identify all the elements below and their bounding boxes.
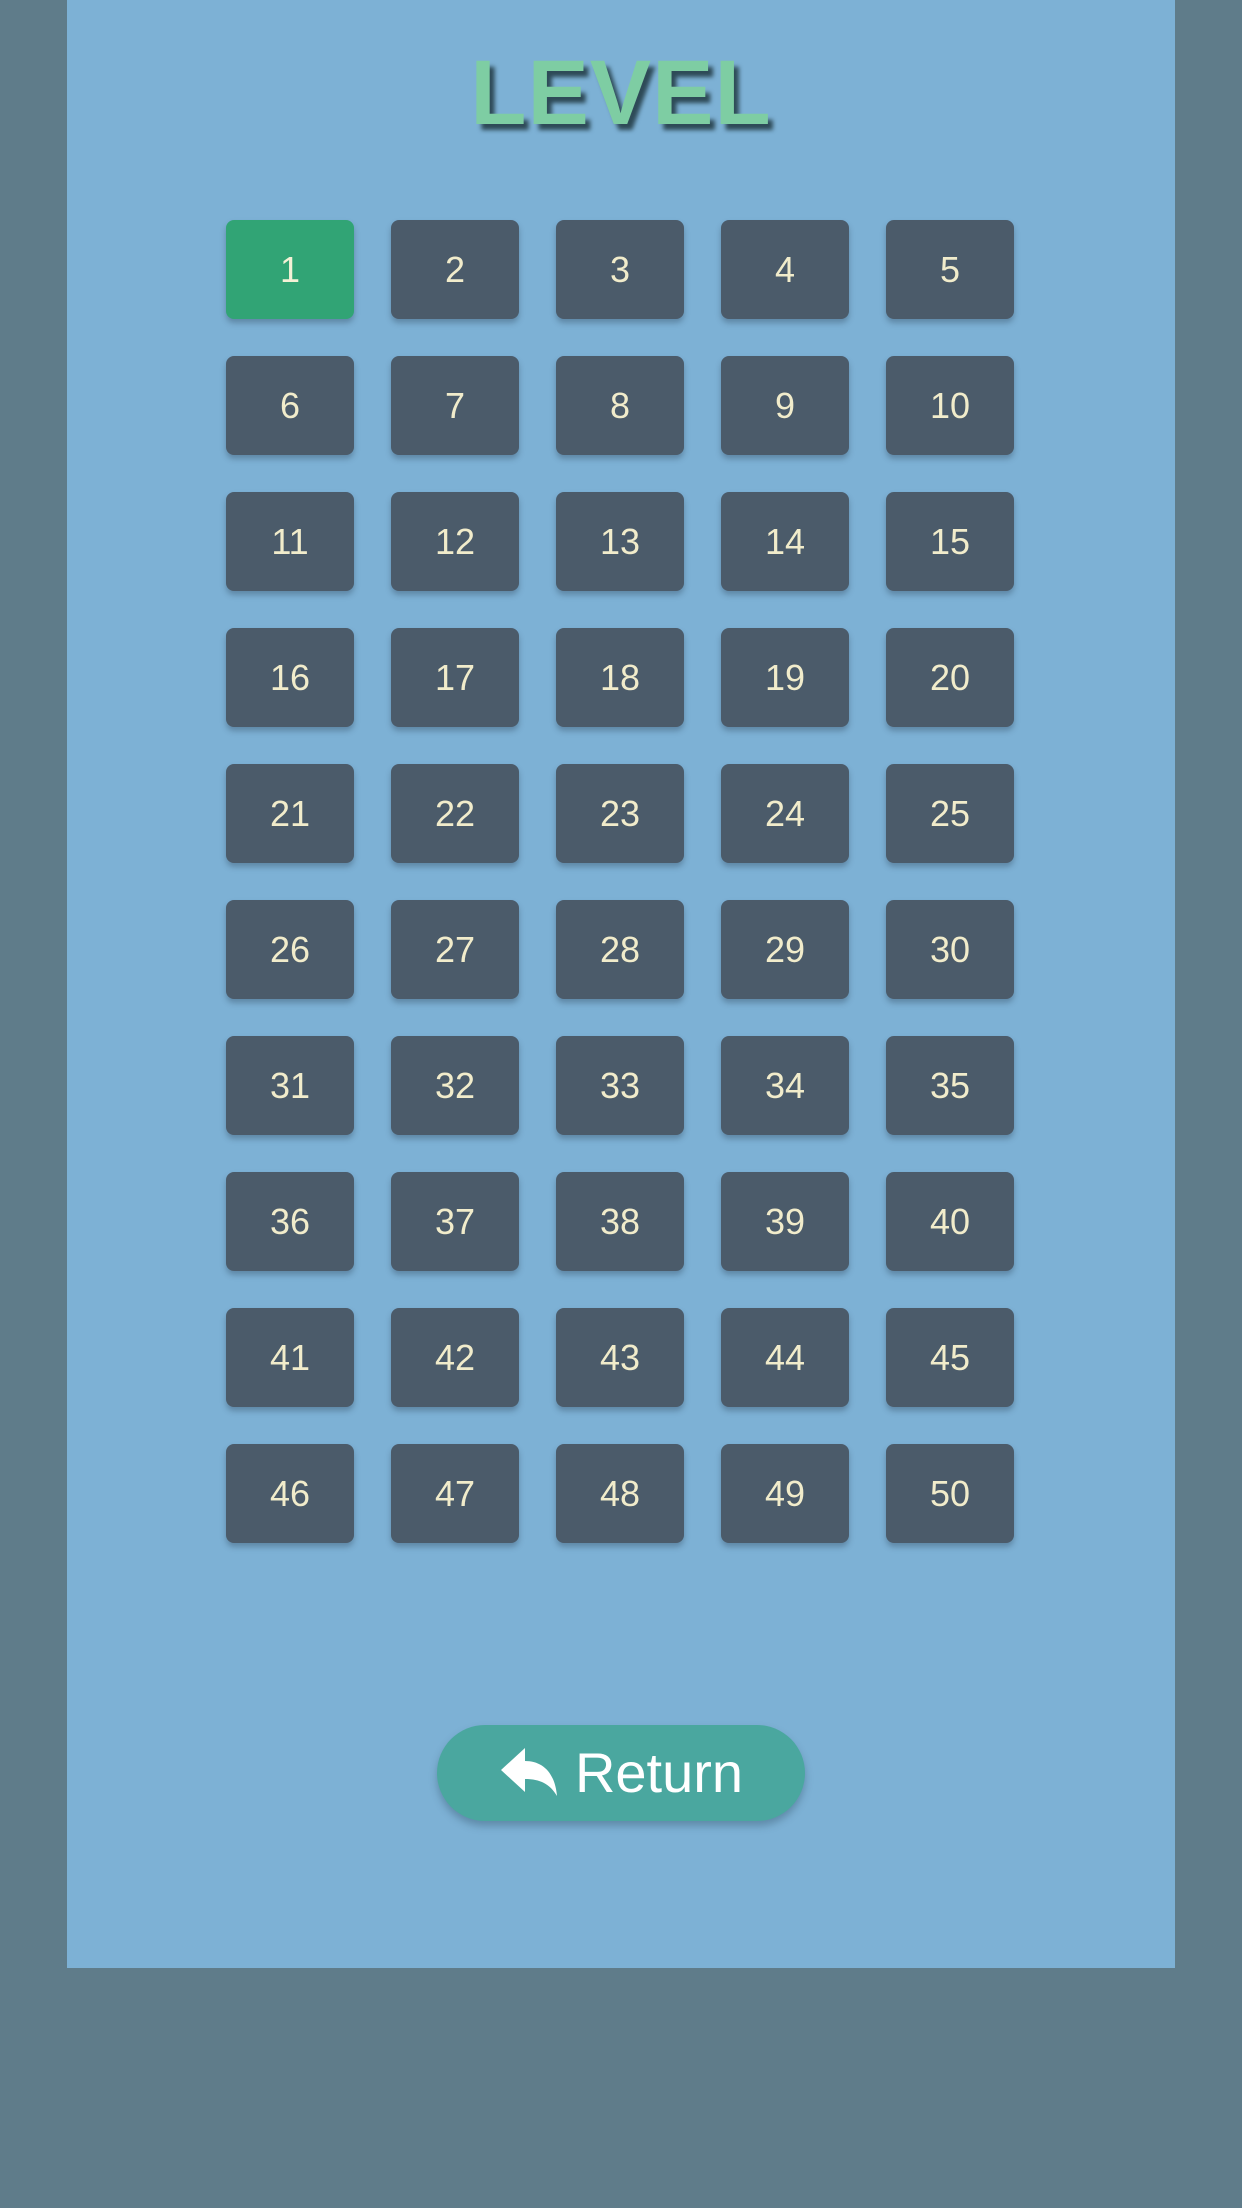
level-button-24[interactable]: 24 xyxy=(721,764,849,863)
level-button-39[interactable]: 39 xyxy=(721,1172,849,1271)
level-button-42[interactable]: 42 xyxy=(391,1308,519,1407)
level-grid: 1 2 3 4 5 6 7 8 9 10 11 12 13 14 15 16 17 18 19 20 21 22 23 24 2… xyxy=(226,220,1016,1543)
level-button-30[interactable]: 30 xyxy=(886,900,1014,999)
level-button-12[interactable]: 12 xyxy=(391,492,519,591)
return-button-label: Return xyxy=(574,1741,744,1804)
level-select-screen: LEVEL 1 2 3 4 5 6 7 8 9 10 11 12 13 14 15 16 17 18 19 20 21 2… xyxy=(0,0,1242,2208)
level-button-44[interactable]: 44 xyxy=(721,1308,849,1407)
level-button-23[interactable]: 23 xyxy=(556,764,684,863)
level-button-7[interactable]: 7 xyxy=(391,356,519,455)
return-button[interactable]: Return xyxy=(437,1725,805,1821)
level-button-25[interactable]: 25 xyxy=(886,764,1014,863)
level-button-16[interactable]: 16 xyxy=(226,628,354,727)
level-button-32[interactable]: 32 xyxy=(391,1036,519,1135)
level-button-14[interactable]: 14 xyxy=(721,492,849,591)
level-button-10[interactable]: 10 xyxy=(886,356,1014,455)
level-button-43[interactable]: 43 xyxy=(556,1308,684,1407)
level-button-1[interactable]: 1 xyxy=(226,220,354,319)
level-button-29[interactable]: 29 xyxy=(721,900,849,999)
level-button-35[interactable]: 35 xyxy=(886,1036,1014,1135)
level-panel: LEVEL 1 2 3 4 5 6 7 8 9 10 11 12 13 14 15 16 17 18 19 20 21 2… xyxy=(67,0,1175,1968)
level-button-13[interactable]: 13 xyxy=(556,492,684,591)
level-button-21[interactable]: 21 xyxy=(226,764,354,863)
level-button-46[interactable]: 46 xyxy=(226,1444,354,1543)
level-button-2[interactable]: 2 xyxy=(391,220,519,319)
level-button-28[interactable]: 28 xyxy=(556,900,684,999)
level-button-17[interactable]: 17 xyxy=(391,628,519,727)
level-button-8[interactable]: 8 xyxy=(556,356,684,455)
level-button-4[interactable]: 4 xyxy=(721,220,849,319)
level-button-36[interactable]: 36 xyxy=(226,1172,354,1271)
level-button-19[interactable]: 19 xyxy=(721,628,849,727)
level-button-31[interactable]: 31 xyxy=(226,1036,354,1135)
level-button-34[interactable]: 34 xyxy=(721,1036,849,1135)
level-button-5[interactable]: 5 xyxy=(886,220,1014,319)
level-button-41[interactable]: 41 xyxy=(226,1308,354,1407)
level-button-15[interactable]: 15 xyxy=(886,492,1014,591)
level-button-3[interactable]: 3 xyxy=(556,220,684,319)
level-button-22[interactable]: 22 xyxy=(391,764,519,863)
level-button-27[interactable]: 27 xyxy=(391,900,519,999)
level-button-11[interactable]: 11 xyxy=(226,492,354,591)
level-button-45[interactable]: 45 xyxy=(886,1308,1014,1407)
level-button-33[interactable]: 33 xyxy=(556,1036,684,1135)
page-title: LEVEL xyxy=(470,42,772,144)
level-button-49[interactable]: 49 xyxy=(721,1444,849,1543)
level-button-26[interactable]: 26 xyxy=(226,900,354,999)
level-button-20[interactable]: 20 xyxy=(886,628,1014,727)
level-button-38[interactable]: 38 xyxy=(556,1172,684,1271)
reply-arrow-icon xyxy=(499,1746,559,1800)
level-button-40[interactable]: 40 xyxy=(886,1172,1014,1271)
level-button-37[interactable]: 37 xyxy=(391,1172,519,1271)
level-button-47[interactable]: 47 xyxy=(391,1444,519,1543)
level-button-6[interactable]: 6 xyxy=(226,356,354,455)
level-button-50[interactable]: 50 xyxy=(886,1444,1014,1543)
level-button-48[interactable]: 48 xyxy=(556,1444,684,1543)
level-button-18[interactable]: 18 xyxy=(556,628,684,727)
level-button-9[interactable]: 9 xyxy=(721,356,849,455)
